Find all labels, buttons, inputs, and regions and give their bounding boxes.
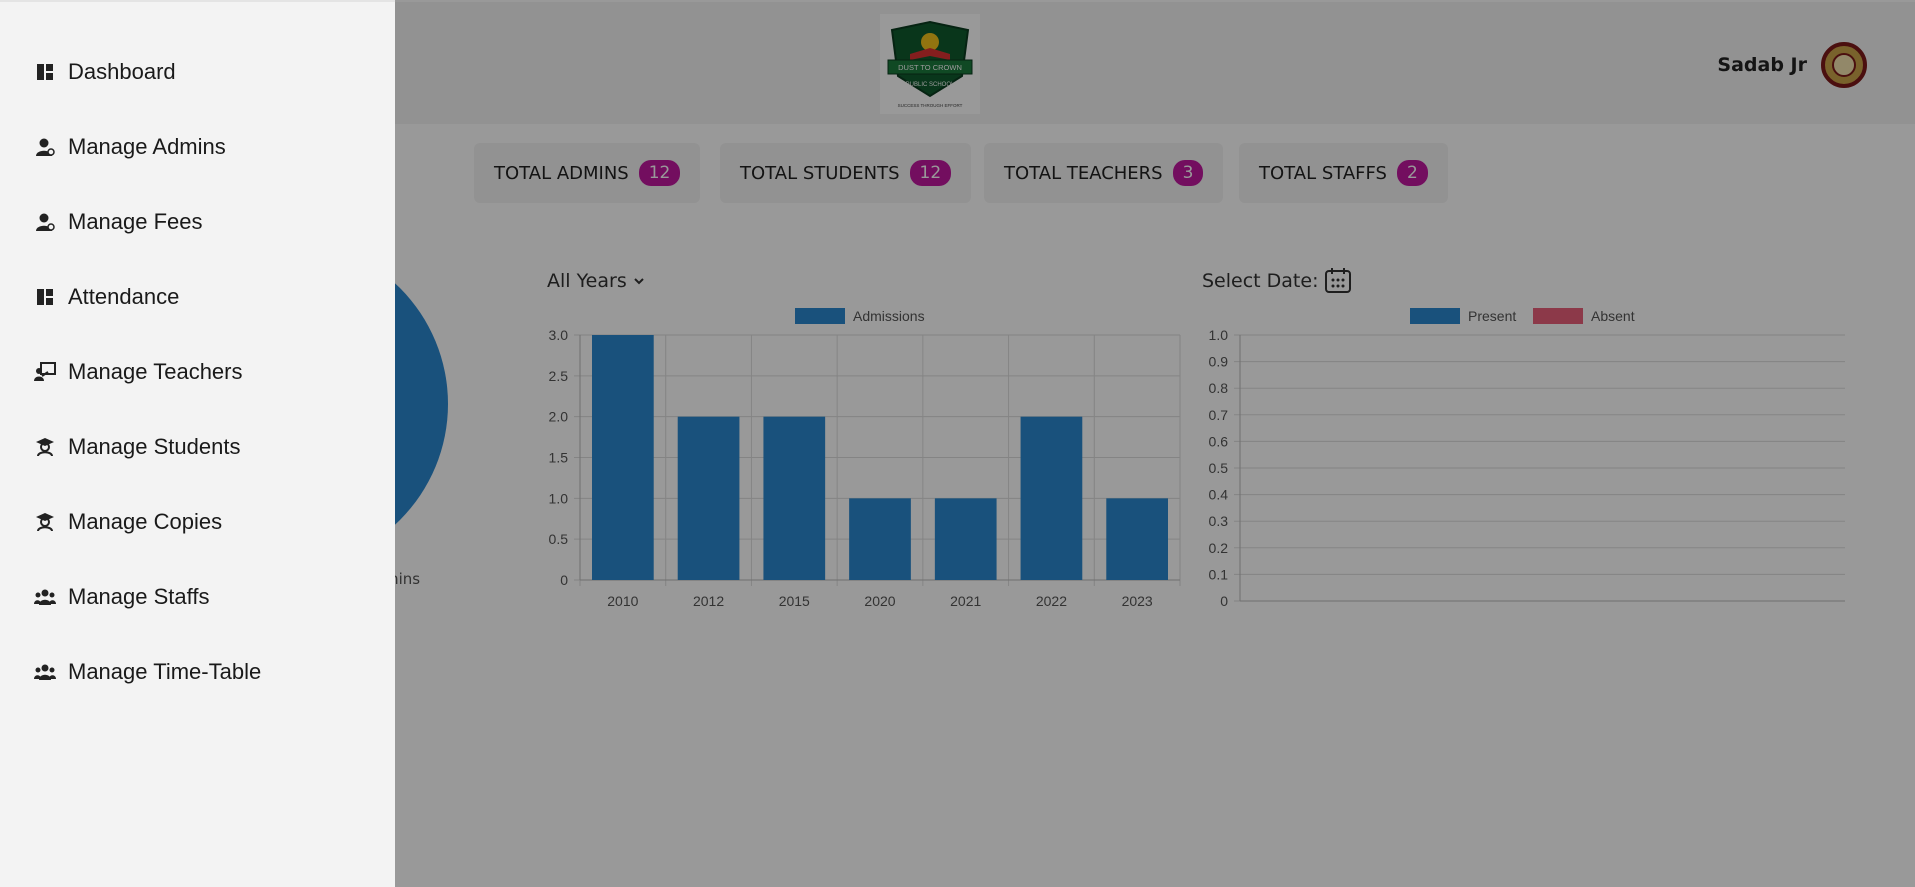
sidebar-item-label: Manage Staffs (68, 584, 210, 609)
group-icon (34, 661, 56, 683)
person-icon (34, 211, 56, 233)
sidebar-item-dashboard[interactable]: Dashboard (34, 59, 176, 85)
sidebar-drawer: Dashboard Manage Admins Manage Fees Atte… (0, 0, 395, 887)
sidebar-item-label: Manage Fees (68, 209, 203, 234)
sidebar-item-manage-students[interactable]: Manage Students (34, 434, 240, 460)
sidebar-item-label: Dashboard (68, 59, 176, 84)
sidebar-item-label: Attendance (68, 284, 180, 309)
person-icon (34, 136, 56, 158)
sidebar-item-manage-time-table[interactable]: Manage Time-Table (34, 659, 261, 685)
sidebar-item-label: Manage Admins (68, 134, 226, 159)
dashboard-icon (34, 61, 56, 83)
sidebar-item-label: Manage Students (68, 434, 241, 459)
sidebar-item-label: Manage Time-Table (68, 659, 262, 684)
sidebar-item-label: Manage Teachers (68, 359, 243, 384)
student-icon (34, 511, 56, 533)
group-icon (34, 586, 56, 608)
sidebar-item-manage-staffs[interactable]: Manage Staffs (34, 584, 209, 610)
sidebar-item-manage-teachers[interactable]: Manage Teachers (34, 359, 243, 385)
sidebar-item-attendance[interactable]: Attendance (34, 284, 179, 310)
dashboard-icon (34, 286, 56, 308)
sidebar-item-manage-fees[interactable]: Manage Fees (34, 209, 203, 235)
student-icon (34, 436, 56, 458)
sidebar-item-label: Manage Copies (68, 509, 223, 534)
sidebar-item-manage-copies[interactable]: Manage Copies (34, 509, 222, 535)
sidebar-item-manage-admins[interactable]: Manage Admins (34, 134, 226, 160)
teacher-icon (34, 361, 56, 383)
